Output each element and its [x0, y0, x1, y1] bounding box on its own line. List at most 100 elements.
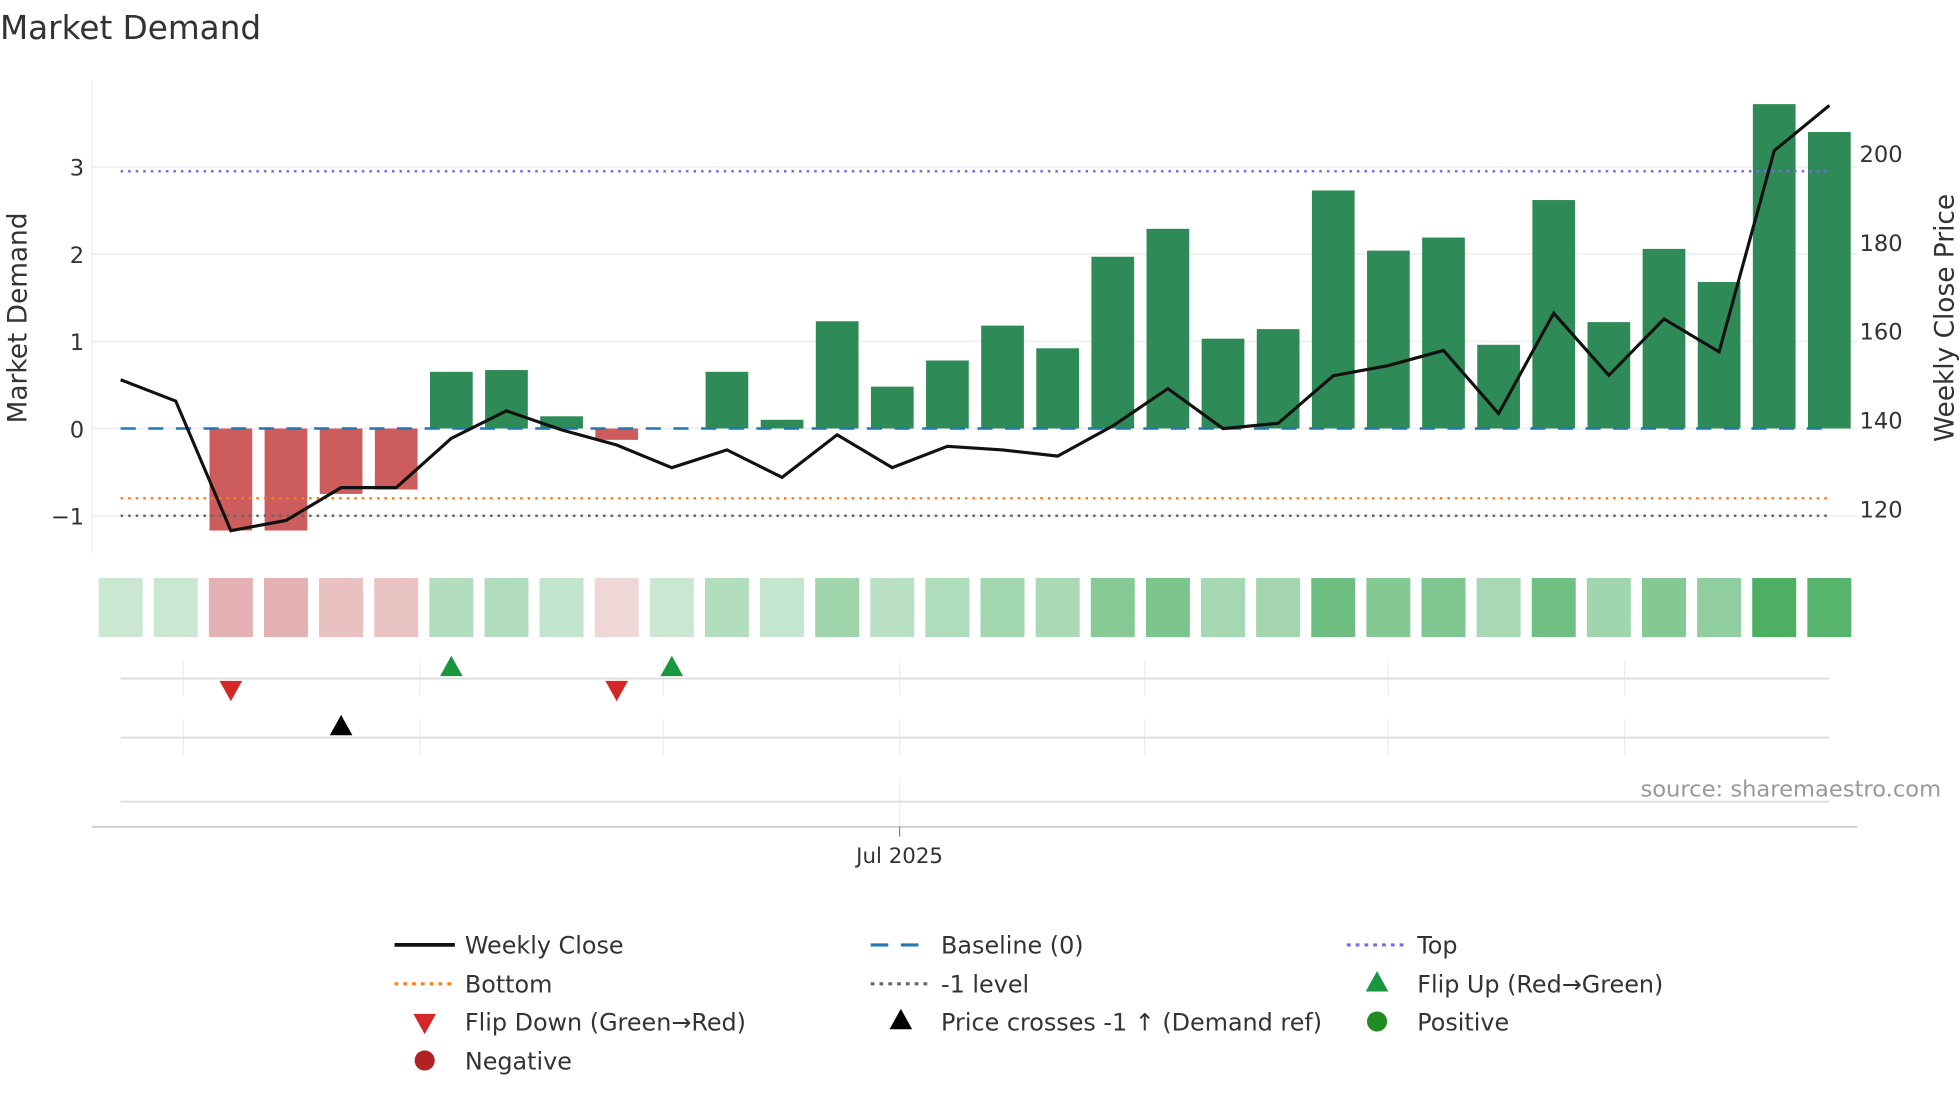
demand-bar [705, 371, 749, 429]
heat-cell [870, 578, 915, 638]
legend-item: Negative [414, 1047, 572, 1075]
legend-triangle-down-icon [413, 1013, 436, 1035]
heat-cell [1201, 578, 1246, 638]
y-tick-label: 3 [70, 156, 84, 182]
demand-bar [209, 428, 253, 531]
legend-label: Flip Up (Red→Green) [1417, 971, 1663, 999]
y2-axis-title: Weekly Close Price [1931, 194, 1960, 442]
event-markers [120, 655, 1830, 827]
legend-circle-icon [414, 1050, 435, 1071]
legend-item: Bottom [394, 971, 553, 999]
legend-item: Positive [1366, 1008, 1509, 1036]
heat-cell [1090, 578, 1135, 638]
y-tick-label: 2 [70, 243, 84, 269]
heat-cell [1697, 578, 1742, 638]
heat-cell [1145, 578, 1190, 638]
y2-tick-label: 160 [1859, 320, 1902, 346]
heat-cell [704, 578, 749, 638]
y-tick-label: −1 [51, 504, 84, 530]
heat-cell [1366, 578, 1411, 638]
legend-triangle-up-icon [1365, 971, 1389, 992]
demand-bar [1422, 237, 1465, 429]
legend-triangle-up-icon [889, 1008, 913, 1030]
chart-title: Market Demand [0, 9, 261, 47]
flip-down-marker [219, 680, 243, 702]
heat-cell [208, 578, 253, 638]
demand-heat-strip [98, 578, 1852, 638]
heat-cell [1256, 578, 1301, 638]
legend-label: Flip Down (Green→Red) [465, 1008, 746, 1036]
heat-cell [1421, 578, 1466, 638]
heat-cell [980, 578, 1025, 638]
heat-cell [815, 578, 860, 638]
legend-circle-icon [1366, 1011, 1388, 1032]
legend-item: Baseline (0) [870, 932, 1084, 960]
demand-bar [1201, 338, 1245, 429]
heat-cell [1311, 578, 1356, 638]
y2-ticks: 120 140 160 180 200 [1859, 142, 1902, 523]
legend-item: Flip Down (Green→Red) [413, 1008, 746, 1036]
y-axis-title: Market Demand [3, 212, 33, 423]
legend-item: Weekly Close [394, 932, 624, 960]
legend-item: Top [1346, 932, 1457, 960]
legend: Weekly Close Baseline (0) Top Bottom -1 leve… [394, 932, 1663, 1075]
demand-bar [374, 428, 418, 490]
heat-cell [153, 578, 198, 638]
heat-cell [484, 578, 529, 638]
heat-cell [374, 578, 419, 638]
legend-label: -1 level [941, 971, 1029, 999]
legend-item: Flip Up (Red→Green) [1365, 971, 1663, 999]
demand-bar [1367, 250, 1410, 429]
demand-bar [540, 416, 583, 429]
demand-bar [1311, 190, 1355, 429]
heat-cell [925, 578, 970, 638]
demand-bar [926, 360, 969, 429]
demand-bar [1036, 348, 1080, 429]
y-ticks: −1 0 1 2 3 [51, 156, 84, 531]
heat-cell [1752, 578, 1797, 638]
demand-bars [209, 104, 1851, 531]
legend-label: Weekly Close [465, 932, 624, 960]
heat-cell [1531, 578, 1576, 638]
heat-cell [1476, 578, 1521, 638]
demand-bar [815, 321, 859, 429]
y-tick-label: 0 [70, 417, 84, 443]
flip-down-marker [605, 680, 629, 702]
demand-bar [264, 428, 308, 531]
demand-bar [1091, 256, 1135, 429]
demand-bar [429, 371, 473, 429]
legend-label: Bottom [465, 971, 553, 999]
demand-bar [1256, 329, 1300, 429]
heat-cell [760, 578, 805, 638]
y2-tick-label: 140 [1859, 409, 1902, 435]
legend-label: Price crosses -1 ↑ (Demand ref) [941, 1008, 1322, 1036]
y-tick-label: 1 [70, 330, 84, 356]
heat-cell [98, 578, 143, 638]
demand-bar [981, 325, 1024, 429]
price-cross-marker [329, 714, 353, 736]
legend-item: -1 level [870, 971, 1029, 999]
legend-label: Negative [465, 1047, 572, 1075]
heat-cell [594, 578, 639, 638]
x-tick-label: Jul 2025 [854, 844, 943, 869]
demand-bar [1807, 132, 1851, 429]
y2-tick-label: 120 [1859, 497, 1902, 523]
y2-tick-label: 180 [1859, 231, 1902, 257]
market-demand-chart: Market Demand −1 0 1 2 3 120 140 160 180 200 Mar… [0, 9, 1960, 1075]
demand-bar [319, 428, 363, 494]
heat-cell [429, 578, 474, 638]
legend-item: Price crosses -1 ↑ (Demand ref) [889, 1008, 1322, 1036]
demand-bar [595, 428, 639, 440]
source-label: source: sharemaestro.com [1640, 777, 1941, 803]
demand-bar [870, 386, 914, 429]
heat-cell [263, 578, 308, 638]
heat-cell [319, 578, 364, 638]
demand-bar [760, 419, 804, 429]
flip-up-marker [440, 655, 463, 677]
y2-tick-label: 200 [1859, 142, 1902, 168]
heat-cell [1807, 578, 1852, 638]
heat-cell [539, 578, 584, 638]
heat-cell [1035, 578, 1080, 638]
legend-label: Positive [1417, 1008, 1509, 1036]
demand-bar [1697, 282, 1741, 429]
